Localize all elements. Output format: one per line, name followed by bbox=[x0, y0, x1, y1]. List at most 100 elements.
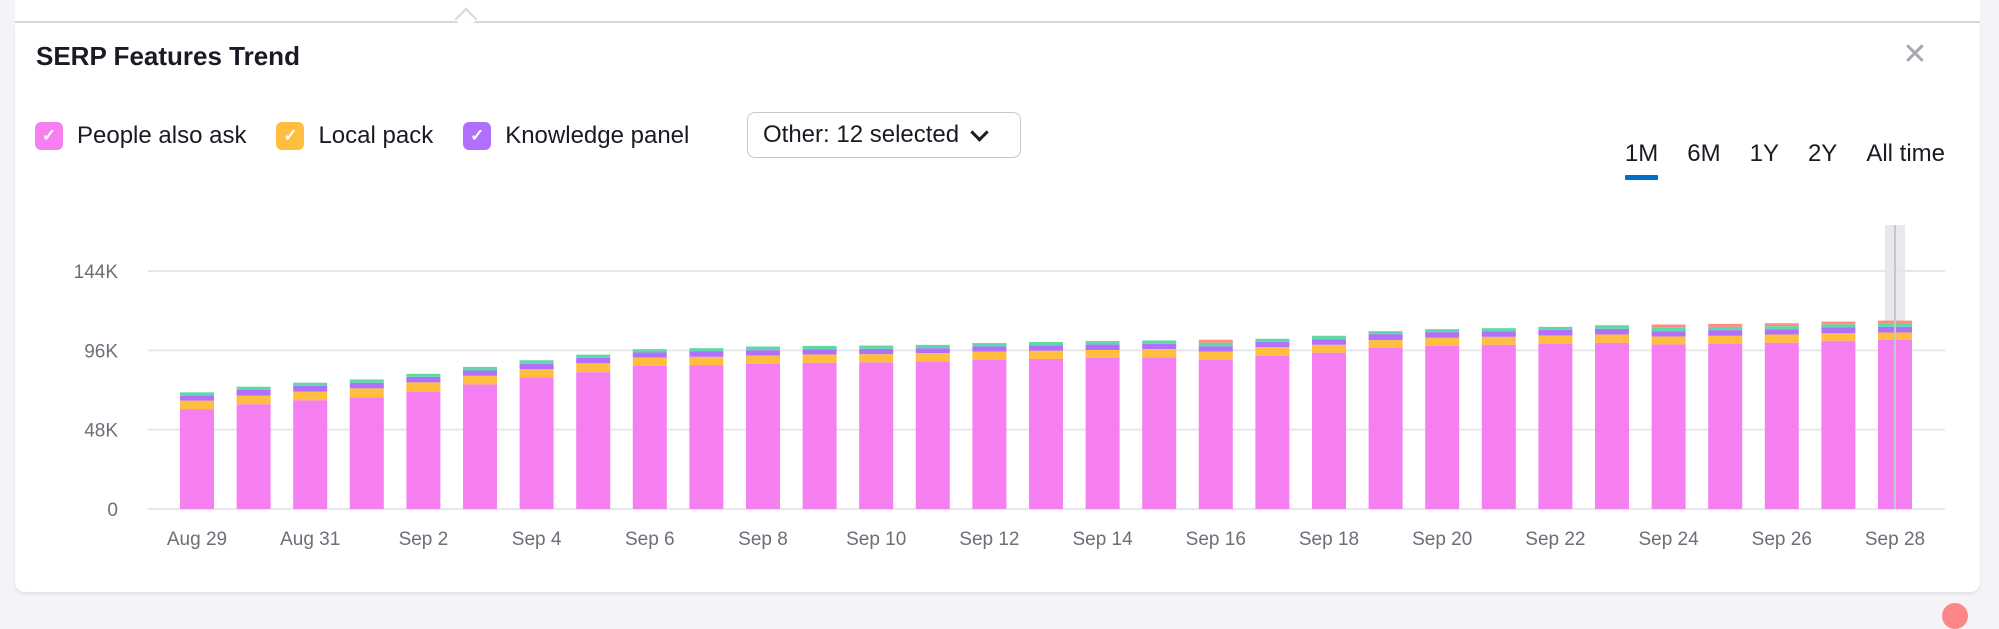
bar-stack[interactable] bbox=[1538, 326, 1573, 509]
bar-segment bbox=[1821, 340, 1856, 509]
bar-segment bbox=[576, 372, 611, 509]
x-tick-label: Sep 26 bbox=[1752, 529, 1812, 550]
bar-stack[interactable] bbox=[972, 343, 1007, 509]
bar-segment bbox=[689, 356, 724, 366]
bar-segment bbox=[1764, 329, 1799, 335]
bar-stack[interactable] bbox=[463, 366, 497, 509]
bar-stack[interactable] bbox=[1595, 325, 1629, 509]
bar-segment bbox=[1651, 327, 1686, 332]
bar-segment bbox=[972, 351, 1007, 360]
bar-segment bbox=[1198, 351, 1233, 360]
bar-stack[interactable] bbox=[689, 348, 724, 509]
bar-stack[interactable] bbox=[1312, 335, 1346, 509]
bar-segment bbox=[519, 377, 554, 509]
bar-stack[interactable] bbox=[859, 345, 894, 509]
serp-trend-chart: 0 48K 96K 144K Aug 29 Aug 31 Sep 2 Sep 4 Sep 6 S… bbox=[74, 225, 1945, 550]
bar-segment bbox=[1425, 337, 1460, 346]
bar-segment bbox=[1255, 342, 1290, 348]
bar-stack[interactable] bbox=[1142, 340, 1177, 509]
bar-segment bbox=[1312, 352, 1346, 509]
bar-stack[interactable] bbox=[915, 344, 950, 509]
bar-stack[interactable] bbox=[349, 379, 384, 509]
bar-stack[interactable] bbox=[1368, 331, 1403, 509]
bar-segment bbox=[1029, 342, 1063, 346]
bar-stack[interactable] bbox=[1085, 341, 1120, 509]
bar-segment bbox=[859, 354, 894, 363]
bar-segment bbox=[519, 369, 554, 378]
bar-segment bbox=[519, 363, 554, 370]
bar-stack[interactable] bbox=[1651, 324, 1686, 509]
bar-segment bbox=[1821, 333, 1856, 341]
bar-stack[interactable] bbox=[519, 360, 554, 509]
bar-stack[interactable] bbox=[576, 354, 611, 509]
bar-segment bbox=[1029, 358, 1063, 509]
bar-segment bbox=[463, 375, 497, 385]
bar-segment bbox=[915, 344, 950, 349]
x-tick-label: Sep 28 bbox=[1865, 529, 1925, 550]
x-axis-ticks: Aug 29 Aug 31 Sep 2 Sep 4 Sep 6 Sep 8 Sep 10 Se… bbox=[167, 529, 1925, 550]
bar-segment bbox=[632, 352, 667, 358]
bar-segment bbox=[293, 382, 328, 386]
bar-stack[interactable] bbox=[1764, 323, 1799, 509]
bar-segment bbox=[349, 388, 384, 398]
bar-segment bbox=[1312, 335, 1346, 340]
bar-stack[interactable] bbox=[1029, 342, 1063, 509]
bar-segment bbox=[1142, 349, 1177, 358]
bar-segment bbox=[463, 370, 497, 376]
bar-segment bbox=[1085, 350, 1120, 358]
bar-segment bbox=[859, 362, 894, 509]
bar-stack[interactable] bbox=[236, 386, 271, 509]
x-tick-label: Sep 14 bbox=[1072, 529, 1133, 550]
bar-segment bbox=[859, 345, 894, 349]
bar-segment bbox=[1595, 328, 1629, 335]
bar-segment bbox=[236, 395, 271, 405]
bar-stack[interactable] bbox=[746, 346, 780, 509]
bar-segment bbox=[972, 359, 1007, 509]
bar-segment bbox=[1538, 329, 1573, 336]
bar-stack[interactable] bbox=[1821, 321, 1856, 509]
bar-stack[interactable] bbox=[802, 345, 837, 509]
bar-stack[interactable] bbox=[1708, 323, 1743, 509]
bar-segment bbox=[1085, 341, 1120, 345]
bar-stack[interactable] bbox=[632, 349, 667, 509]
bar-segment bbox=[689, 348, 724, 352]
bar-stack[interactable] bbox=[293, 382, 328, 509]
bar-stack[interactable] bbox=[1255, 338, 1290, 509]
bar-segment bbox=[689, 351, 724, 357]
bars bbox=[180, 225, 1912, 509]
bar-segment bbox=[349, 382, 384, 389]
bar-stack[interactable] bbox=[1425, 329, 1460, 509]
bar-segment bbox=[1481, 344, 1516, 509]
bar-segment bbox=[349, 379, 384, 383]
bar-segment bbox=[1481, 328, 1516, 332]
bar-segment bbox=[1029, 350, 1063, 359]
x-tick-label: Sep 16 bbox=[1186, 529, 1246, 550]
bar-segment bbox=[1708, 323, 1743, 327]
bar-segment bbox=[1651, 336, 1686, 345]
bar-segment bbox=[180, 395, 214, 401]
feedback-badge[interactable] bbox=[1942, 603, 1968, 629]
bar-stack[interactable] bbox=[406, 373, 441, 509]
bar-segment bbox=[1764, 334, 1799, 343]
bar-segment bbox=[1255, 355, 1290, 509]
x-tick-label: Sep 2 bbox=[399, 529, 449, 550]
bar-segment bbox=[1651, 324, 1686, 328]
x-tick-label: Sep 4 bbox=[512, 529, 562, 550]
bar-segment bbox=[1368, 340, 1403, 349]
bar-segment bbox=[1538, 335, 1573, 344]
bar-segment bbox=[576, 363, 611, 373]
bar-segment bbox=[406, 376, 441, 383]
bar-segment bbox=[1255, 338, 1290, 343]
bar-stack[interactable] bbox=[1198, 339, 1233, 509]
bar-segment bbox=[406, 391, 441, 509]
bar-stack[interactable] bbox=[180, 392, 214, 509]
bar-segment bbox=[1425, 345, 1460, 509]
x-tick-label: Sep 8 bbox=[738, 529, 788, 550]
bar-segment bbox=[406, 382, 441, 392]
bar-stack[interactable] bbox=[1481, 328, 1516, 509]
bar-segment bbox=[463, 384, 497, 509]
bar-segment bbox=[1821, 324, 1856, 328]
bar-segment bbox=[1142, 343, 1177, 350]
bar-segment bbox=[802, 349, 837, 355]
bar-segment bbox=[293, 400, 328, 509]
